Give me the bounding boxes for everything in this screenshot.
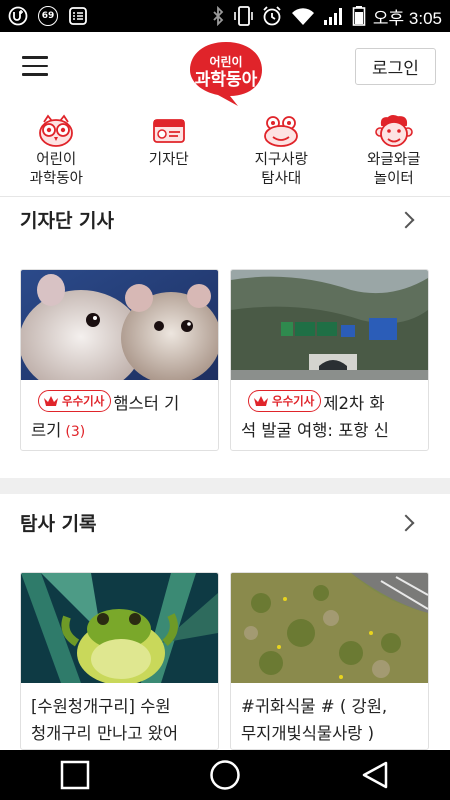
category-kids-science[interactable]: 어린이 과학동아 [0, 108, 113, 194]
category-label: 지구사랑 탐사대 [254, 152, 308, 187]
tree-frog-photo [21, 573, 218, 683]
wifi-icon [290, 6, 316, 26]
card-text: [수원청개구리] 수원 청개구리 만나고 왔어 [21, 683, 218, 747]
signal-icon [323, 6, 345, 26]
chevron-right-icon[interactable] [397, 514, 415, 532]
excellent-article-badge: 우수기사 [38, 390, 112, 412]
category-playground[interactable]: 와글와글 놀이터 [338, 108, 450, 194]
notification-count: 69 [41, 11, 55, 21]
card-text: #귀화식물 # ( 강원, 무지개빛식물사랑 ) [231, 683, 428, 747]
phone-vibrate-icon [232, 5, 254, 27]
category-reporters[interactable]: 기자단 [113, 108, 226, 194]
article-card[interactable]: 우수기사 제2차 화 석 발굴 여행: 포항 신 [230, 269, 429, 451]
list-icon [68, 6, 88, 26]
back-icon[interactable] [345, 755, 405, 795]
hamsters-photo [21, 270, 218, 380]
hamburger-menu-icon[interactable] [22, 56, 48, 78]
crown-icon [254, 396, 268, 406]
card-text: 우수기사 제2차 화 석 발굴 여행: 포항 신 [231, 380, 428, 444]
status-bar: 69 오후 3:05 [0, 0, 450, 32]
card-title-line2: 무지개빛식물사랑 ) [241, 724, 375, 743]
category-earth-explorers[interactable]: 지구사랑 탐사대 [225, 108, 338, 194]
comment-count: (3) [65, 424, 86, 440]
category-nav: 어린이 과학동아 기자단 지구사랑 탐사대 와글와글 놀이터 [0, 108, 450, 194]
category-label: 기자단 [148, 152, 189, 168]
section-title-reporter-articles: 기자단 기사 [20, 210, 115, 232]
card-text: 우수기사 햄스터 기 르기 (3) [21, 380, 218, 446]
card-title-line2: 르기 [31, 421, 62, 440]
category-label: 와글와글 놀이터 [367, 152, 421, 187]
article-card[interactable]: 우수기사 햄스터 기 르기 (3) [20, 269, 219, 451]
home-icon[interactable] [195, 755, 255, 795]
record-card[interactable]: [수원청개구리] 수원 청개구리 만나고 왔어 [20, 572, 219, 750]
system-nav-bar [0, 750, 450, 800]
app-logo[interactable]: 어린이 과학동아 [186, 38, 266, 108]
section-separator [0, 478, 450, 494]
record-card[interactable]: #귀화식물 # ( 강원, 무지개빛식물사랑 ) [230, 572, 429, 750]
crown-icon [44, 396, 58, 406]
battery-icon [352, 5, 366, 27]
divider [0, 196, 450, 197]
card-title-line1: [수원청개구리] 수원 [31, 697, 171, 716]
badge-label: 우수기사 [62, 393, 105, 408]
recent-apps-icon[interactable] [45, 755, 105, 795]
alarm-icon [261, 5, 283, 27]
notification-badge-icon: 69 [38, 6, 58, 26]
press-card-icon [152, 119, 185, 143]
monkey-icon [374, 114, 413, 147]
logo-line2: 과학동아 [195, 70, 258, 90]
logo-line1: 어린이 [209, 54, 242, 69]
category-label: 어린이 과학동아 [29, 152, 83, 187]
section-title-exploration-records: 탐사 기록 [20, 513, 97, 535]
excellent-article-badge: 우수기사 [248, 390, 322, 412]
frog-icon [264, 116, 299, 147]
chevron-right-icon[interactable] [397, 211, 415, 229]
u-plus-icon [8, 6, 28, 26]
bluetooth-icon [211, 6, 225, 26]
card-title-line1: 제2차 화 [323, 394, 385, 413]
card-title-line1: #귀화식물 # ( 강원, [241, 697, 388, 716]
app-header: 어린이 과학동아 로그인 [0, 32, 450, 108]
highway-tunnel-photo [231, 270, 428, 380]
card-title-line2: 석 발굴 여행: 포항 신 [241, 421, 389, 440]
roadside-grass-photo [231, 573, 428, 683]
login-button[interactable]: 로그인 [355, 48, 436, 85]
badge-label: 우수기사 [272, 393, 315, 408]
status-time: 오후 3:05 [372, 8, 442, 28]
owl-icon [39, 114, 74, 147]
card-title-line2: 청개구리 만나고 왔어 [31, 724, 179, 743]
card-title-line1: 햄스터 기 [113, 394, 180, 413]
